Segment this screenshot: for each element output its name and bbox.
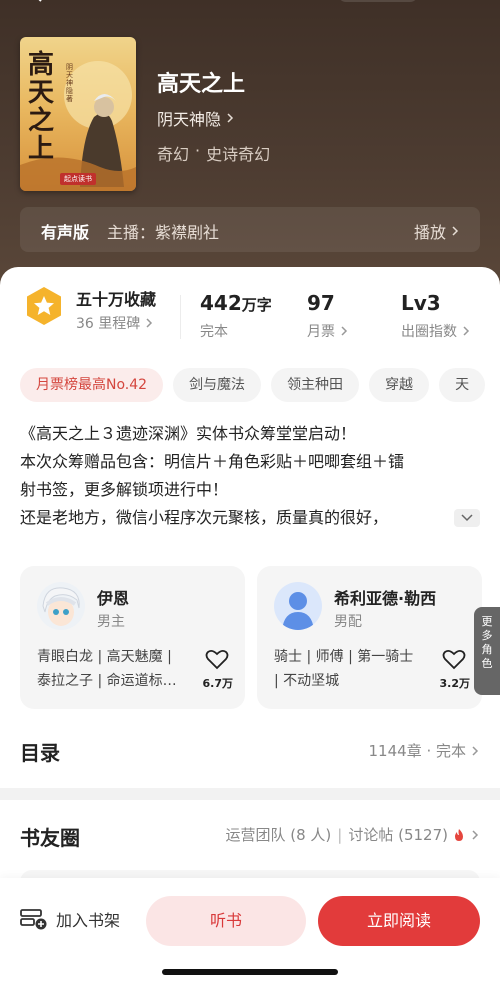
expand-description-button[interactable] — [454, 509, 480, 527]
milestone-link[interactable]: 36 里程碑 — [76, 313, 154, 333]
cover-subtitle: 阴天神隐著 — [66, 63, 73, 103]
table-of-contents-row[interactable]: 目录 1144章 · 完本 — [0, 725, 500, 775]
book-detail-card: 五十万收藏 36 里程碑 442万字 完本 97 月票 Lv3 出圈指数 月票榜… — [0, 267, 500, 788]
description-line: 《高天之上３遗迹深渊》实体书众筹堂堂启动！ — [20, 424, 357, 443]
author-name: 阴天神隐 — [157, 110, 222, 129]
book-header: 高天之上 阴天神隐著 起点读书 高天之上 阴天神隐 奇幻 · 史诗奇幻 有声版 … — [0, 0, 500, 300]
description-line: 射书签，更多解锁项进行中！ — [20, 480, 229, 499]
chevron-down-icon — [461, 514, 473, 522]
cover-title: 高天之上 — [28, 50, 55, 164]
forum-posts: 讨论帖 (5127) — [348, 826, 448, 844]
genre-dot: · — [195, 141, 201, 160]
chevron-right-icon — [452, 226, 459, 236]
book-cover[interactable]: 高天之上 阴天神隐著 起点读书 — [20, 37, 136, 191]
heart-icon[interactable] — [442, 648, 466, 670]
heart-icon[interactable] — [205, 648, 229, 670]
word-count-unit: 万字 — [241, 296, 272, 314]
tag-ranking[interactable]: 月票榜最高No.42 — [20, 368, 164, 402]
book-description[interactable]: 《高天之上３遗迹深渊》实体书众筹堂堂启动！ 本次众筹赠品包含：明信片＋角色彩贴＋… — [20, 420, 482, 532]
popularity-index-value: Lv3 — [401, 291, 441, 315]
character-card[interactable]: 希利亚德·勒西 男配 骑士 | 师傅 | 第一骑士 | 不动坚城 3.2万 — [257, 566, 482, 709]
genre-row: 奇幻 · 史诗奇幻 — [157, 141, 270, 165]
read-now-button[interactable]: 立即阅读 — [318, 896, 480, 946]
more-roles-char: 色 — [481, 657, 493, 670]
cover-publisher-badge: 起点读书 — [60, 173, 96, 185]
tag-item[interactable]: 天 — [439, 368, 486, 402]
back-arrow-icon[interactable] — [30, 0, 46, 2]
word-count-stat: 442万字 完本 — [200, 291, 272, 341]
like-count: 3.2万 — [439, 677, 471, 690]
bottom-action-bar: 加入书架 听书 立即阅读 — [0, 878, 500, 986]
audio-version-label: 有声版 — [41, 223, 90, 242]
character-card[interactable]: 伊恩 男主 青眼白龙 | 高天魅魔 | 泰拉之子 | 命运道标… 6.7万 — [20, 566, 245, 709]
character-tag-line: 青眼白龙 | 高天魅魔 | — [37, 649, 172, 665]
tag-list: 月票榜最高No.42 剑与魔法 领主种田 穿越 天 — [20, 368, 500, 402]
home-indicator[interactable] — [162, 969, 338, 975]
popularity-index-stat[interactable]: Lv3 出圈指数 — [401, 291, 471, 341]
chevron-right-icon — [146, 318, 153, 328]
like-count: 6.7万 — [202, 677, 234, 690]
section-divider — [0, 788, 500, 800]
word-count-value: 442 — [200, 291, 242, 315]
collection-milestone: 五十万收藏 — [76, 290, 157, 309]
chevron-right-icon — [463, 326, 470, 336]
popularity-index-label: 出圈指数 — [401, 324, 457, 340]
chevron-right-icon — [472, 745, 479, 756]
monthly-ticket-label: 月票 — [307, 324, 335, 340]
character-tag-line: | 不动坚城 — [274, 673, 340, 689]
character-name: 伊恩 — [97, 589, 130, 608]
more-roles-char: 角 — [481, 643, 493, 656]
monthly-ticket-value: 97 — [307, 291, 335, 315]
description-line: 本次众筹赠品包含：明信片＋角色彩贴＋吧唧套组＋镭 — [20, 452, 405, 471]
add-to-shelf-label: 加入书架 — [56, 911, 121, 930]
bookshelf-add-icon — [20, 909, 47, 930]
book-title: 高天之上 — [157, 72, 246, 97]
forum-title: 书友圈 — [20, 826, 80, 850]
reader-forum-section[interactable]: 书友圈 运营团队 (8 人) | 讨论帖 (5127) — [0, 800, 500, 900]
genre-secondary[interactable]: 史诗奇幻 — [206, 141, 270, 165]
character-name: 希利亚德·勒西 — [334, 589, 437, 608]
toc-title: 目录 — [20, 741, 60, 765]
forum-team: 运营团队 (8 人) — [225, 826, 332, 844]
author-link[interactable]: 阴天神隐 — [157, 106, 235, 130]
toc-info: 1144章 · 完本 — [369, 740, 480, 761]
character-role: 男配 — [334, 614, 362, 630]
word-count-label: 完本 — [200, 324, 228, 340]
chevron-right-icon — [227, 113, 234, 123]
character-role: 男主 — [97, 614, 125, 630]
genre-primary[interactable]: 奇幻 — [157, 141, 189, 165]
flame-icon — [455, 828, 463, 841]
avatar — [274, 582, 322, 630]
audio-host: 主播：紫襟剧社 — [107, 223, 220, 242]
chevron-right-icon — [472, 829, 479, 840]
milestone-badge-icon — [27, 287, 61, 325]
audio-version-bar[interactable]: 有声版 主播：紫襟剧社 播放 — [20, 207, 480, 252]
forum-separator: | — [337, 825, 343, 844]
character-tags: 骑士 | 师傅 | 第一骑士 | 不动坚城 — [274, 645, 434, 693]
avatar — [37, 582, 85, 630]
character-tag-line: 骑士 | 师傅 | 第一骑士 — [274, 649, 414, 665]
character-tags: 青眼白龙 | 高天魅魔 | 泰拉之子 | 命运道标… — [37, 645, 197, 693]
tag-item[interactable]: 领主种田 — [271, 368, 360, 402]
monthly-ticket-stat[interactable]: 97 月票 — [307, 291, 349, 341]
description-line: 还是老地方，微信小程序次元聚核，质量真的很好， — [20, 508, 389, 527]
audio-play-button[interactable]: 播放 — [414, 219, 460, 243]
chevron-right-icon — [341, 326, 348, 336]
add-to-shelf-button[interactable]: 加入书架 — [20, 907, 120, 931]
listen-button[interactable]: 听书 — [146, 896, 306, 946]
audio-play-label: 播放 — [413, 223, 446, 242]
more-roles-char: 多 — [481, 629, 493, 642]
toc-summary: 1144章 · 完本 — [368, 742, 466, 760]
character-tag-line: 泰拉之子 | 命运道标… — [37, 673, 177, 689]
more-characters-tab[interactable]: 更 多 角 色 — [474, 607, 500, 695]
divider — [180, 295, 181, 339]
milestone-label: 36 里程碑 — [76, 316, 141, 332]
top-bar — [0, 0, 500, 10]
more-roles-char: 更 — [481, 615, 493, 628]
top-action-pill[interactable] — [338, 0, 418, 2]
forum-info: 运营团队 (8 人) | 讨论帖 (5127) — [225, 824, 480, 845]
tag-item[interactable]: 穿越 — [369, 368, 430, 402]
tag-item[interactable]: 剑与魔法 — [173, 368, 262, 402]
